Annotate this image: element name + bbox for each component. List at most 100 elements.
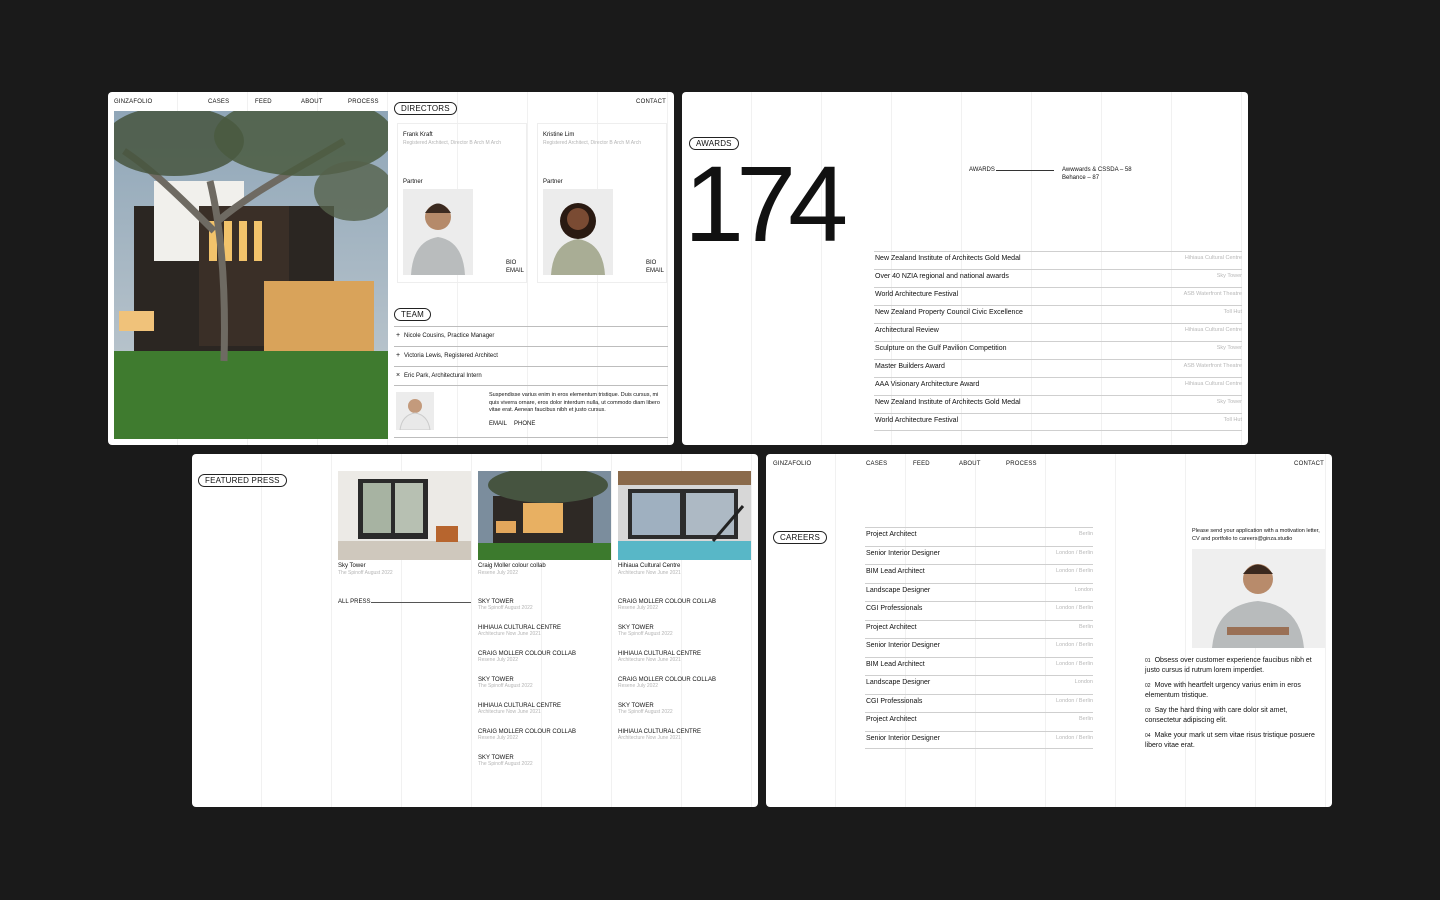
award-row[interactable]: AAA Visionary Architecture Award Hihiaua … xyxy=(874,377,1242,395)
award-row[interactable]: Architectural Review Hihiaua Cultural Cen… xyxy=(874,323,1242,341)
point-number: 01 xyxy=(1145,658,1151,664)
director-title: Registered Architect, Director B Arch M … xyxy=(543,140,642,146)
press-item-sub: Architecture Now June 2021 xyxy=(478,631,541,637)
point-text: Obsess over customer experience faucibus… xyxy=(1145,657,1312,674)
director-bio-link[interactable]: BIO xyxy=(506,260,516,266)
director-title: Registered Architect, Director B Arch M … xyxy=(403,140,502,146)
award-name: Over 40 NZIA regional and national award… xyxy=(875,273,1009,280)
job-row[interactable]: BIM Lead Architect London / Berlin xyxy=(865,656,1093,676)
team-row[interactable]: × Eric Park, Architectural Intern xyxy=(394,366,668,386)
job-row[interactable]: CGI Professionals London / Berlin xyxy=(865,601,1093,620)
press-photo-1[interactable] xyxy=(338,471,471,560)
press-item[interactable]: SKY TOWER The Spinoff August 2022 xyxy=(478,599,533,611)
job-title: Senior Interior Designer xyxy=(866,549,940,557)
nav-cases[interactable]: CASES xyxy=(208,99,229,105)
brand-logo[interactable]: GINZAFOLIO xyxy=(773,461,811,467)
award-place: Toll Hut xyxy=(1223,417,1242,423)
team-phone-link[interactable]: PHONE xyxy=(514,421,535,427)
press-photo-2[interactable] xyxy=(478,471,611,560)
press-item-sub: The Spinoff August 2022 xyxy=(478,683,533,689)
team-row[interactable]: + Nicole Cousins, Practice Manager xyxy=(394,326,668,346)
press-item[interactable]: HIHIAUA CULTURAL CENTRE Architecture Now … xyxy=(478,625,561,637)
point-number: 03 xyxy=(1145,708,1151,714)
nav-feed[interactable]: FEED xyxy=(913,461,930,467)
team-portrait xyxy=(396,392,434,431)
director-email-link[interactable]: EMAIL xyxy=(506,268,524,274)
nav-about[interactable]: ABOUT xyxy=(959,461,981,467)
featured-title-3[interactable]: Hihiaua Cultural Centre xyxy=(618,563,680,569)
job-location: London / Berlin xyxy=(1056,568,1093,574)
press-item[interactable]: SKY TOWER The Spinoff August 2022 xyxy=(618,703,673,715)
award-row[interactable]: New Zealand Property Council Civic Excel… xyxy=(874,305,1242,323)
job-row[interactable]: CGI Professionals London / Berlin xyxy=(865,693,1093,713)
press-item[interactable]: SKY TOWER The Spinoff August 2022 xyxy=(478,677,533,689)
press-item[interactable]: SKY TOWER The Spinoff August 2022 xyxy=(618,625,673,637)
award-row[interactable]: World Architecture Festival ASB Waterfron… xyxy=(874,287,1242,305)
director-bio-link[interactable]: BIO xyxy=(646,260,656,266)
nav-contact[interactable]: CONTACT xyxy=(1294,461,1324,467)
featured-title-1[interactable]: Sky Tower xyxy=(338,563,366,569)
job-title: Landscape Designer xyxy=(866,679,931,686)
job-row[interactable]: BIM Lead Architect London / Berlin xyxy=(865,564,1093,583)
award-name: World Architecture Festival xyxy=(875,291,959,298)
job-row[interactable]: Senior Interior Designer London / Berlin xyxy=(865,638,1093,657)
job-row[interactable]: Landscape Designer London xyxy=(865,675,1093,694)
nav-contact[interactable]: CONTACT xyxy=(636,99,666,105)
job-row[interactable]: Project Architect Berlin xyxy=(865,527,1093,546)
nav-cases[interactable]: CASES xyxy=(866,461,887,467)
team-row[interactable]: + Victoria Lewis, Registered Architect xyxy=(394,346,668,366)
all-press-label[interactable]: ALL PRESS xyxy=(338,599,370,605)
awards-summary-1: Awwwards & CSSDA – 58 xyxy=(1062,167,1132,173)
featured-sub-1: The Spinoff August 2022 xyxy=(338,570,393,576)
award-row[interactable]: New Zealand Institute of Architects Gold… xyxy=(874,395,1242,413)
award-name: Master Builders Award xyxy=(875,363,945,370)
director-name: Kristine Lim xyxy=(543,132,575,138)
press-item-sub: Resene July 2022 xyxy=(478,657,519,663)
job-location: London xyxy=(1074,679,1093,685)
nav-process[interactable]: PROCESS xyxy=(1006,461,1037,467)
press-item-sub: Resene July 2022 xyxy=(618,605,659,611)
press-item[interactable]: HIHIAUA CULTURAL CENTRE Architecture Now … xyxy=(618,729,701,741)
minus-icon: × xyxy=(396,372,401,379)
press-item[interactable]: HIHIAUA CULTURAL CENTRE Architecture Now … xyxy=(618,651,701,663)
job-location: London / Berlin xyxy=(1056,642,1093,648)
press-card: FEATURED PRESS Sky Tower The Spinoff Aug… xyxy=(192,454,758,807)
award-row[interactable]: Over 40 NZIA regional and national award… xyxy=(874,269,1242,287)
award-name: New Zealand Property Council Civic Excel… xyxy=(875,309,1023,316)
press-item[interactable]: CRAIG MOLLER COLOUR COLLAB Resene July 20… xyxy=(618,599,716,611)
award-place: Hihiaua Cultural Centre xyxy=(1184,381,1242,387)
award-row[interactable]: World Architecture Festival Toll Hut xyxy=(874,413,1242,431)
press-item[interactable]: HIHIAUA CULTURAL CENTRE Architecture Now … xyxy=(478,703,561,715)
job-location: London xyxy=(1074,586,1093,593)
awards-list: New Zealand Institute of Architects Gold… xyxy=(874,251,1242,431)
job-row[interactable]: Landscape Designer London xyxy=(865,582,1093,602)
job-row[interactable]: Senior Interior Designer London / Berlin xyxy=(865,545,1093,565)
press-photo-3[interactable] xyxy=(618,471,751,560)
nav-feed[interactable]: FEED xyxy=(255,99,272,105)
press-item[interactable]: CRAIG MOLLER COLOUR COLLAB Resene July 20… xyxy=(478,729,576,741)
press-item-sub: The Spinoff August 2022 xyxy=(618,631,673,637)
director-email-link[interactable]: EMAIL xyxy=(646,268,664,274)
award-place: Hihiaua Cultural Centre xyxy=(1184,327,1242,333)
award-row[interactable]: Master Builders Award ASB Waterfront Thea… xyxy=(874,359,1242,377)
nav-about[interactable]: ABOUT xyxy=(301,99,323,105)
featured-title-2[interactable]: Craig Moller colour collab xyxy=(478,563,546,569)
job-row[interactable]: Project Architect Berlin xyxy=(865,619,1093,639)
nav-process[interactable]: PROCESS xyxy=(348,99,379,105)
job-row[interactable]: Project Architect Berlin xyxy=(865,712,1093,731)
press-item[interactable]: CRAIG MOLLER COLOUR COLLAB Resene July 20… xyxy=(618,677,716,689)
press-item[interactable]: CRAIG MOLLER COLOUR COLLAB Resene July 20… xyxy=(478,651,576,663)
award-row[interactable]: Sculpture on the Gulf Pavilion Competiti… xyxy=(874,341,1242,359)
job-title: Project Architect xyxy=(866,623,917,631)
award-row[interactable]: New Zealand Institute of Architects Gold… xyxy=(874,251,1242,269)
director-name: Frank Kraft xyxy=(403,132,433,138)
team-email-link[interactable]: EMAIL xyxy=(489,421,507,427)
job-row[interactable]: Senior Interior Designer London / Berlin xyxy=(865,730,1093,749)
press-item[interactable]: SKY TOWER The Spinoff August 2022 xyxy=(478,755,533,767)
team-list: + Nicole Cousins, Practice Manager + Vic… xyxy=(394,326,668,386)
award-place: Hihiaua Cultural Centre xyxy=(1184,255,1242,261)
press-item-sub: Architecture Now June 2021 xyxy=(618,657,681,663)
brand-logo[interactable]: GINZAFOLIO xyxy=(114,99,152,105)
award-name: New Zealand Institute of Architects Gold… xyxy=(875,255,1021,262)
careers-pill: CAREERS xyxy=(773,531,828,544)
